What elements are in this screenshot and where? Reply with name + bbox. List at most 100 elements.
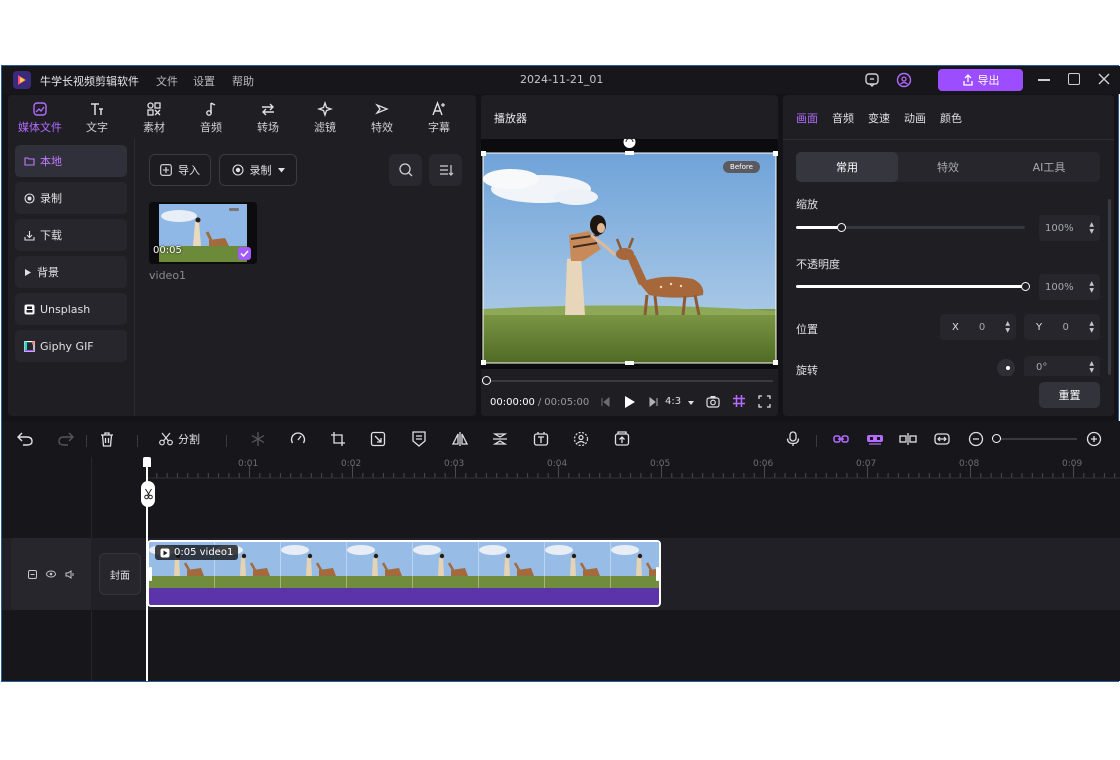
scale-slider[interactable] <box>796 226 1025 229</box>
tab-picture[interactable]: 画面 <box>796 110 818 126</box>
freeze-icon[interactable] <box>247 428 269 450</box>
grid-icon[interactable] <box>732 394 746 408</box>
aspect-caret-icon[interactable] <box>688 401 694 405</box>
player-viewport[interactable]: Before <box>481 139 778 369</box>
tab-elements[interactable]: 素材 <box>128 101 180 139</box>
tab-effects[interactable]: 特效 <box>356 101 408 139</box>
split-track-icon[interactable] <box>897 428 919 450</box>
account-icon[interactable] <box>896 72 912 88</box>
play-icon[interactable] <box>624 395 636 409</box>
before-badge[interactable]: Before <box>723 161 760 173</box>
opacity-slider[interactable] <box>796 285 1025 288</box>
reset-button[interactable]: 重置 <box>1039 382 1100 408</box>
subtab-ai-tools[interactable]: AI工具 <box>998 152 1100 182</box>
properties-scrollbar[interactable] <box>1108 199 1111 375</box>
track-visibility-icon[interactable] <box>45 570 56 578</box>
split-button[interactable]: 分割 <box>159 431 200 447</box>
ai-portrait-icon[interactable] <box>570 428 592 450</box>
maximize-icon[interactable] <box>1068 73 1080 85</box>
subtab-effects[interactable]: 特效 <box>898 152 998 182</box>
redo-icon[interactable] <box>55 428 77 450</box>
rotate-dial[interactable] <box>997 359 1015 377</box>
mask-icon[interactable] <box>408 428 430 450</box>
export-frame-icon[interactable] <box>611 428 633 450</box>
prev-frame-icon[interactable] <box>600 397 610 407</box>
zoom-in-icon[interactable] <box>1083 428 1105 450</box>
position-y-stepper-icon[interactable]: ▲ ▼ <box>1089 320 1094 334</box>
tab-animation[interactable]: 动画 <box>904 110 926 126</box>
track-audio-icon[interactable] <box>65 569 75 579</box>
text-to-speech-icon[interactable] <box>530 428 552 450</box>
tab-media[interactable]: 媒体文件 <box>14 101 66 139</box>
check-icon[interactable] <box>238 247 251 260</box>
tab-audio-props[interactable]: 音频 <box>832 110 854 126</box>
zoom-slider-handle[interactable] <box>992 434 1001 443</box>
link-icon[interactable] <box>830 428 852 450</box>
fit-timeline-icon[interactable] <box>931 428 953 450</box>
track-lock-icon[interactable] <box>27 569 37 579</box>
sort-button[interactable] <box>429 154 462 186</box>
project-title[interactable]: 2024-11-21_01 <box>520 73 603 86</box>
tab-color[interactable]: 颜色 <box>940 110 962 126</box>
tab-audio[interactable]: 音频 <box>185 101 237 139</box>
sidebar-item-record[interactable]: 录制 <box>15 182 127 214</box>
snapshot-icon[interactable] <box>706 395 720 408</box>
opacity-stepper-icon[interactable]: ▲ ▼ <box>1089 280 1094 294</box>
crop-icon[interactable] <box>327 428 349 450</box>
timeline-ruler[interactable]: 0:01 0:02 0:03 0:04 0:05 0:06 0:07 0:08 … <box>146 457 1120 479</box>
rotate-stepper-icon[interactable]: ▲ ▼ <box>1089 360 1094 374</box>
tab-transition[interactable]: 转场 <box>242 101 294 139</box>
sidebar-item-local[interactable]: 本地 <box>15 145 127 177</box>
opacity-value-field[interactable]: 100% ▲ ▼ <box>1039 274 1100 300</box>
record-dropdown-button[interactable]: 录制 <box>219 154 297 186</box>
scale-value-field[interactable]: 100% ▲ ▼ <box>1039 215 1100 241</box>
menu-settings[interactable]: 设置 <box>193 73 215 89</box>
rotate-value-field[interactable]: 0° ▲ ▼ <box>1024 356 1100 378</box>
delete-icon[interactable] <box>96 428 118 450</box>
playback-progress-handle[interactable] <box>482 376 491 385</box>
media-clip-thumbnail[interactable]: 00:05 <box>149 202 257 264</box>
feedback-icon[interactable] <box>864 72 880 88</box>
menu-help[interactable]: 帮助 <box>232 73 254 89</box>
undo-icon[interactable] <box>14 428 36 450</box>
scale-stepper-icon[interactable]: ▲ ▼ <box>1089 221 1094 235</box>
sidebar-item-download[interactable]: 下载 <box>15 219 127 251</box>
minimize-icon[interactable] <box>1038 79 1050 81</box>
position-y-field[interactable]: Y 0 ▲ ▼ <box>1024 314 1100 340</box>
position-x-field[interactable]: X 0 ▲ ▼ <box>940 314 1016 340</box>
flip-icon[interactable] <box>449 428 471 450</box>
cover-button[interactable]: 封面 <box>99 553 141 595</box>
speed-icon[interactable] <box>287 428 309 450</box>
search-button[interactable] <box>389 154 422 186</box>
playhead-head[interactable] <box>143 457 151 467</box>
sidebar-item-giphy[interactable]: Giphy GIF <box>15 330 127 362</box>
tab-filter[interactable]: 滤镜 <box>299 101 351 139</box>
zoom-out-icon[interactable] <box>965 428 987 450</box>
playhead-split-icon[interactable] <box>141 481 155 507</box>
fullscreen-icon[interactable] <box>758 395 771 408</box>
align-icon[interactable] <box>489 428 511 450</box>
import-button[interactable]: 导入 <box>149 154 211 186</box>
next-frame-icon[interactable] <box>649 397 659 407</box>
auto-ripple-icon[interactable] <box>864 428 886 450</box>
sidebar-item-background[interactable]: 背景 <box>15 256 127 288</box>
zoom-slider[interactable] <box>995 438 1077 440</box>
scale-slider-handle[interactable] <box>837 223 847 232</box>
clip-right-handle[interactable] <box>656 567 659 581</box>
tab-speed[interactable]: 变速 <box>868 110 890 126</box>
position-x-stepper-icon[interactable]: ▲ ▼ <box>1005 320 1010 334</box>
export-button[interactable]: 导出 <box>938 69 1023 91</box>
tab-text[interactable]: 文字 <box>71 101 123 139</box>
sidebar-item-unsplash[interactable]: Unsplash <box>15 293 127 325</box>
tab-subtitle[interactable]: 字幕 <box>413 101 465 139</box>
resize-icon[interactable] <box>367 428 389 450</box>
close-icon[interactable] <box>1097 72 1111 86</box>
clip-left-handle[interactable] <box>149 567 152 581</box>
subtab-common[interactable]: 常用 <box>796 152 898 182</box>
microphone-icon[interactable] <box>782 428 804 450</box>
opacity-slider-handle[interactable] <box>1020 282 1030 291</box>
menu-file[interactable]: 文件 <box>156 73 178 89</box>
playback-progress-track[interactable] <box>486 380 773 382</box>
timeline-clip[interactable]: 0:05 video1 <box>147 540 661 607</box>
aspect-ratio-select[interactable]: 4:3 <box>665 396 681 407</box>
